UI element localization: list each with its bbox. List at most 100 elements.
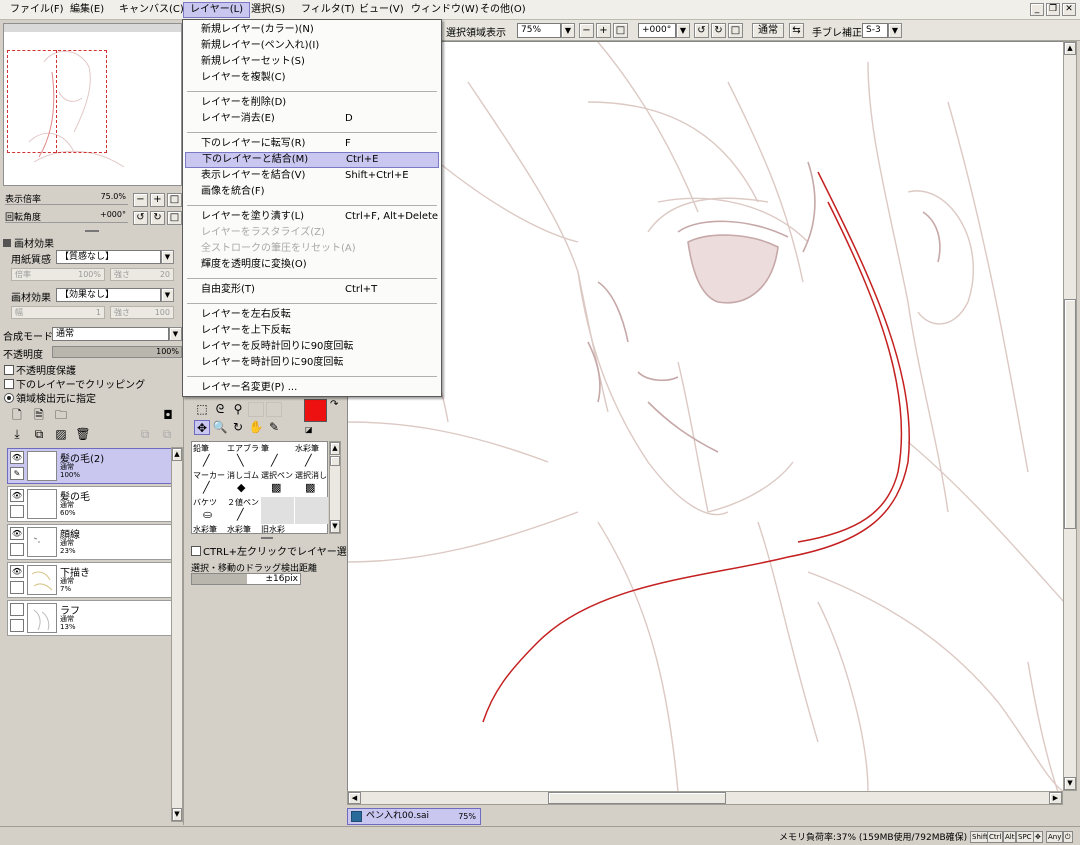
layer-lock-box[interactable]: [10, 619, 24, 632]
menu-rename-layer[interactable]: レイヤー名変更(P) ...: [185, 380, 439, 396]
eye-icon[interactable]: 👁: [10, 489, 24, 502]
menu-fill-layer[interactable]: レイヤーを塗り潰す(L) Ctrl+F, Alt+Delete: [185, 209, 439, 225]
new-folder-icon[interactable]: 🗀: [53, 408, 69, 423]
nav-rotate-left-button[interactable]: ↺: [133, 211, 148, 225]
swap-colors-icon[interactable]: ↷: [330, 399, 338, 410]
brush-binary-pen[interactable]: ２値ペン ╱: [227, 497, 260, 524]
zoom-slider-track[interactable]: [5, 204, 128, 205]
eye-icon[interactable]: 👁: [10, 451, 24, 464]
vertical-scroll-thumb[interactable]: [1064, 299, 1076, 529]
layer-lock-box[interactable]: [10, 505, 24, 518]
merge-down-icon[interactable]: ⧉: [31, 427, 47, 442]
preserve-opacity-checkbox[interactable]: 不透明度保護: [4, 362, 76, 377]
brush-old-watercolor[interactable]: 旧水彩: [261, 524, 294, 534]
blend-mode-button[interactable]: 通常: [752, 23, 784, 38]
zoom-out-button[interactable]: −: [579, 23, 594, 38]
hand-icon[interactable]: ✋: [248, 420, 264, 435]
chevron-down-icon[interactable]: ▼: [161, 250, 174, 264]
menu-view[interactable]: ビュー(V): [353, 2, 410, 18]
menu-layer[interactable]: レイヤー(L): [183, 2, 251, 18]
rotate-left-button[interactable]: ↺: [694, 23, 709, 38]
horizontal-scroll-thumb[interactable]: [548, 792, 726, 804]
paper-combo[interactable]: 【質感なし】 ▼: [56, 250, 174, 264]
splitter-grip[interactable]: [85, 230, 99, 232]
navigator-viewport[interactable]: [7, 50, 107, 153]
menu-new-color-layer[interactable]: 新規レイヤー(カラー)(N): [185, 22, 439, 38]
brush-brush[interactable]: 筆 ╱: [261, 443, 294, 470]
brush-marker[interactable]: マーカー ╱: [193, 470, 226, 497]
layer-row[interactable]: ラフ 通常 13%: [7, 600, 172, 636]
move-icon[interactable]: ✥: [194, 420, 210, 435]
chevron-down-icon[interactable]: ▼: [676, 23, 690, 38]
opacity-slider[interactable]: 100%: [52, 346, 182, 358]
new-pen-layer-icon[interactable]: 🗎: [31, 408, 47, 423]
checkbox-box[interactable]: [4, 365, 14, 375]
layer-row[interactable]: 👁 髪の毛 通常 60%: [7, 486, 172, 522]
scroll-right-icon[interactable]: ▶: [1049, 792, 1062, 804]
zoom-combo[interactable]: 75% ▼: [517, 23, 575, 38]
clear-layer-icon[interactable]: ▨: [53, 427, 69, 442]
checkbox-box[interactable]: [4, 379, 14, 389]
rotate-slider-track[interactable]: [5, 222, 128, 223]
brush-grid-scrollbar[interactable]: ▲ ▼: [329, 441, 341, 534]
selection-source-radio[interactable]: 領域検出元に指定: [4, 390, 96, 405]
menu-free-transform[interactable]: 自由変形(T) Ctrl+T: [185, 282, 439, 298]
menu-delete-layer[interactable]: レイヤーを削除(D): [185, 95, 439, 111]
zoom-reset-button[interactable]: □: [613, 23, 628, 38]
menu-flip-vertical[interactable]: レイヤーを上下反転: [185, 323, 439, 339]
document-tab[interactable]: ペン入れ00.sai 75%: [347, 808, 481, 825]
rotate-right-button[interactable]: ↻: [711, 23, 726, 38]
canvas-vertical-scrollbar[interactable]: ▲ ▼: [1063, 41, 1077, 791]
brush-empty-slot[interactable]: [261, 497, 294, 524]
layer-lock-box[interactable]: [10, 543, 24, 556]
visibility-box[interactable]: [10, 603, 24, 616]
menu-clear-layer[interactable]: レイヤー消去(E) D: [185, 111, 439, 127]
chevron-down-icon[interactable]: ▼: [888, 23, 902, 38]
menu-canvas[interactable]: キャンバス(C): [113, 2, 190, 18]
brush-select-pen[interactable]: 選択ペン ▩: [261, 470, 294, 497]
menu-new-layer-set[interactable]: 新規レイヤーセット(S): [185, 54, 439, 70]
scroll-up-icon[interactable]: ▲: [330, 442, 340, 455]
menu-transfer-down[interactable]: 下のレイヤーに転写(R) F: [185, 136, 439, 152]
scroll-up-icon[interactable]: ▲: [172, 448, 182, 461]
brush-airbrush[interactable]: エアブラシ╲: [227, 443, 260, 470]
scroll-thumb[interactable]: [330, 456, 340, 466]
menu-duplicate-layer[interactable]: レイヤーを複製(C): [185, 70, 439, 86]
scroll-down-icon[interactable]: ▼: [330, 520, 340, 533]
menu-edit[interactable]: 編集(E): [64, 2, 110, 18]
stabilizer-combo[interactable]: S-3 ▼: [862, 23, 902, 38]
menu-other[interactable]: その他(O): [474, 2, 532, 18]
blend-mode-combo[interactable]: 通常 ▼: [52, 327, 182, 341]
brush-eraser[interactable]: 消しゴム ◆: [227, 470, 260, 497]
scroll-left-icon[interactable]: ◀: [348, 792, 361, 804]
menu-filter[interactable]: フィルタ(T): [295, 2, 361, 18]
zoom-in-button[interactable]: +: [596, 23, 611, 38]
restore-icon[interactable]: ❐: [1046, 3, 1060, 16]
scroll-down-icon[interactable]: ▼: [172, 808, 182, 821]
reset-colors-icon[interactable]: ◪: [305, 425, 313, 434]
rotation-combo[interactable]: +000° ▼: [638, 23, 690, 38]
minimize-icon[interactable]: _: [1030, 3, 1044, 16]
menu-rotate-cw[interactable]: レイヤーを時計回りに90度回転: [185, 355, 439, 371]
layer-list-scrollbar[interactable]: ▲ ▼: [171, 447, 183, 822]
menu-new-pen-layer[interactable]: 新規レイヤー(ペン入れ)(I): [185, 38, 439, 54]
drag-distance-slider[interactable]: ±16pix: [191, 573, 301, 585]
brush-watercolor[interactable]: 水彩筆 ╱: [295, 443, 328, 470]
scroll-up-icon[interactable]: ▲: [1064, 42, 1076, 55]
brush-bucket[interactable]: バケツ ⛀: [193, 497, 226, 524]
eye-icon[interactable]: 👁: [10, 527, 24, 540]
scroll-down-icon[interactable]: ▼: [1064, 777, 1076, 790]
nav-zoom-out-button[interactable]: −: [133, 193, 148, 207]
nav-zoom-reset-button[interactable]: □: [167, 193, 182, 207]
primary-color-swatch[interactable]: [304, 399, 327, 422]
layer-mask-icon[interactable]: ◘: [160, 408, 176, 423]
menu-select[interactable]: 選択(S): [245, 2, 291, 18]
checkbox-box[interactable]: [191, 546, 201, 556]
canvas-horizontal-scrollbar[interactable]: ◀ ▶: [347, 791, 1063, 805]
menu-flatten-image[interactable]: 画像を統合(F): [185, 184, 439, 200]
eye-icon[interactable]: 👁: [10, 565, 24, 578]
radio-dot[interactable]: [4, 393, 14, 403]
lasso-icon[interactable]: ᘓ: [212, 402, 228, 417]
nav-rotate-right-button[interactable]: ↻: [150, 211, 165, 225]
trash-icon[interactable]: 🗑: [75, 427, 91, 442]
